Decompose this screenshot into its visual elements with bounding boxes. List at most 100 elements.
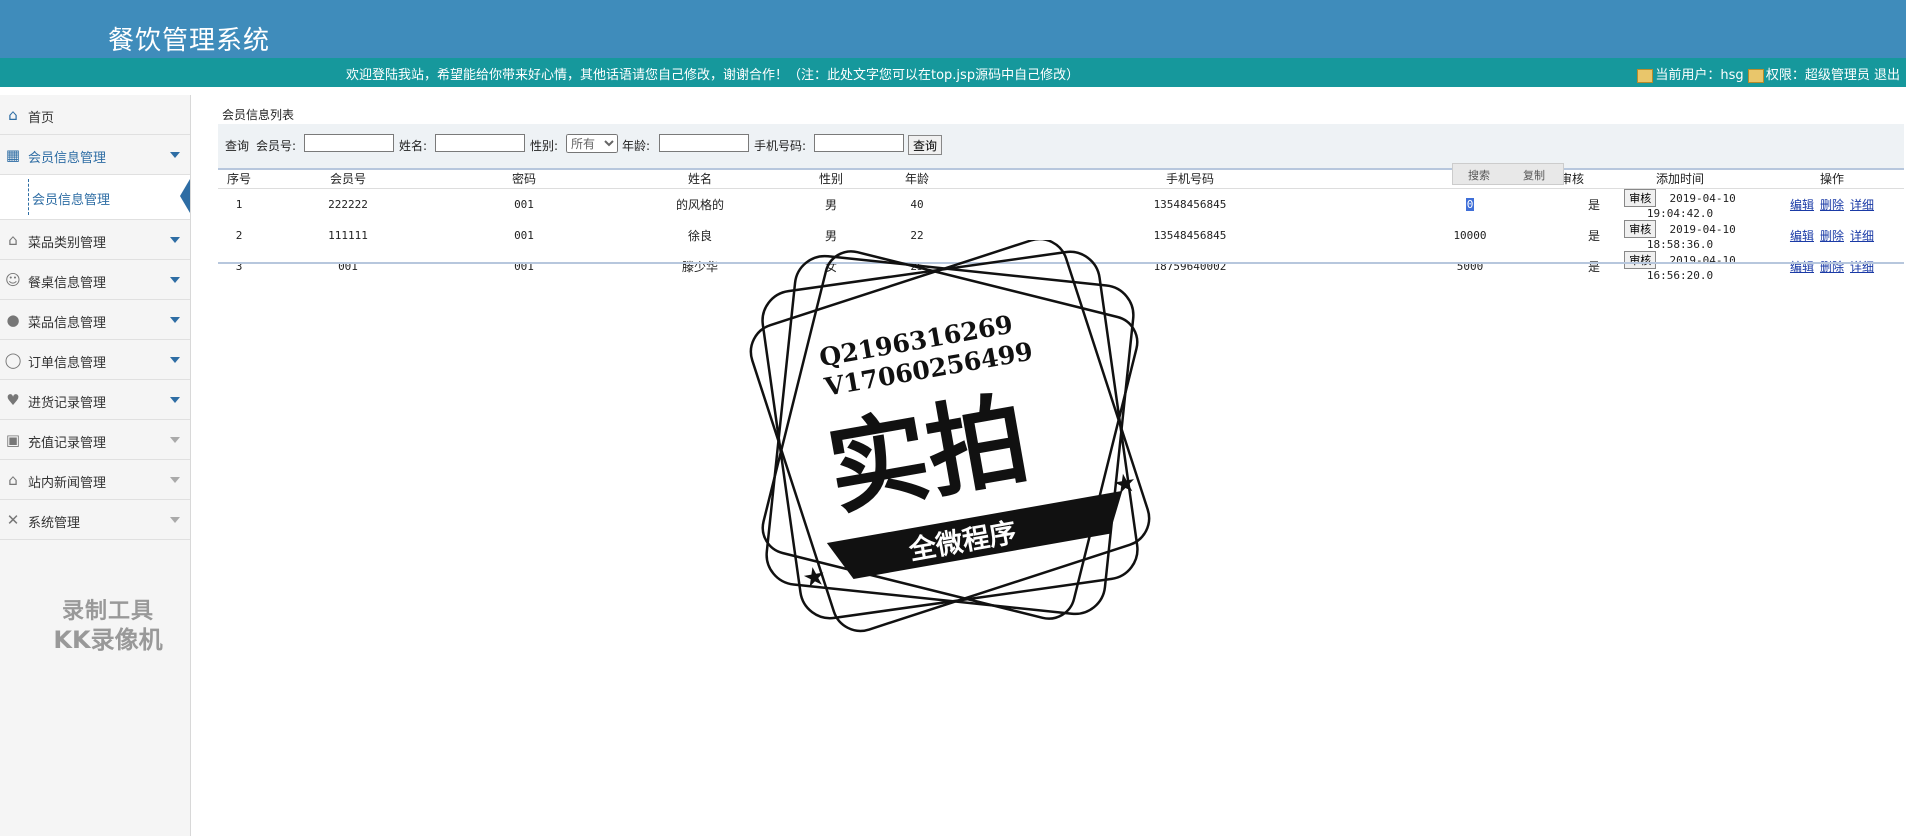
query-label: 查询 — [225, 139, 250, 153]
logout-link[interactable]: 退出 — [1874, 68, 1900, 83]
star-icon: ★ — [800, 561, 828, 595]
cell-time: 审核 2019-04-10 18:58:36.0 — [1600, 220, 1760, 251]
sidebar-subitem-label[interactable]: 会员信息管理 — [32, 189, 110, 208]
home-icon: ⌂ — [8, 471, 18, 489]
cell-idx: 1 — [235, 198, 243, 211]
sidebar-item-recharge[interactable]: ▣ 充值记录管理 — [0, 420, 190, 460]
chevron-down-icon — [170, 277, 180, 283]
sidebar-subitem-members[interactable]: 会员信息管理 — [0, 175, 190, 220]
cell-member-no: 111111 — [328, 229, 368, 242]
chevron-down-icon — [170, 317, 180, 323]
sidebar-item-tables[interactable]: ☺ 餐桌信息管理 — [0, 260, 190, 300]
sidebar-item-members[interactable]: ▦ 会员信息管理 — [0, 135, 190, 175]
sidebar-item-orders[interactable]: ◯ 订单信息管理 — [0, 340, 190, 380]
cell-idx: 3 — [235, 260, 243, 273]
cell-gender: 男 — [824, 198, 837, 212]
sidebar-item-dishes[interactable]: ● 菜品信息管理 — [0, 300, 190, 340]
audit-button[interactable]: 审核 — [1624, 189, 1657, 207]
grid-icon: ▦ — [5, 146, 21, 164]
gender-select[interactable]: 所有 — [566, 134, 618, 153]
cell-actions: 编辑 删除 详细 — [1760, 189, 1904, 221]
heart-icon: ♥ — [6, 391, 20, 409]
cell-member-no: 222222 — [328, 198, 368, 211]
home-icon: ⌂ — [8, 231, 18, 249]
search-bar: 查询 会员号: 姓名: 性别: 所有 年龄: 手机号码: 查询 — [218, 124, 1904, 170]
phone-input[interactable] — [814, 134, 904, 152]
cell-balance[interactable]: 0 — [1420, 189, 1520, 221]
add-time: 2019-04-10 19:04:42.0 — [1646, 192, 1736, 220]
selected-balance-text[interactable]: 0 — [1465, 198, 1475, 211]
context-copy[interactable]: 复制 — [1523, 167, 1545, 183]
stamp-content: Q2196316269 V17060256499 实拍 全微程序 ★ ★ — [800, 310, 1139, 595]
chevron-down-icon — [170, 397, 180, 403]
col-header: 会员号 — [260, 169, 436, 189]
tools-icon: ✕ — [6, 511, 20, 529]
gender-label: 性别: — [530, 139, 559, 153]
bag-icon: ▣ — [5, 431, 21, 449]
name-input[interactable] — [435, 134, 525, 152]
cell-phone: 13548456845 — [1153, 198, 1227, 211]
app-title: 餐饮管理系统 — [108, 26, 271, 56]
list-title: 会员信息列表 — [222, 108, 295, 122]
sidebar-item-label: 站内新闻管理 — [28, 476, 107, 491]
cell-password: 001 — [514, 198, 534, 211]
stamp-watermark: Q2196316269 V17060256499 实拍 全微程序 ★ ★ — [749, 240, 1151, 633]
delete-link[interactable]: 删除 — [1820, 229, 1844, 243]
tree-line — [28, 179, 29, 215]
chevron-down-icon — [170, 517, 180, 523]
sidebar: ⌂ 首页 ▦ 会员信息管理 会员信息管理 ⌂ 菜品类别管理 ☺ 餐桌信息管理 ●… — [0, 95, 191, 836]
sidebar-item-label: 会员信息管理 — [28, 151, 107, 166]
cell-idx: 2 — [235, 229, 243, 242]
sidebar-item-purchases[interactable]: ♥ 进货记录管理 — [0, 380, 190, 420]
member-no-input[interactable] — [304, 134, 394, 152]
sidebar-item-dish-category[interactable]: ⌂ 菜品类别管理 — [0, 220, 190, 260]
info-bar: 欢迎登陆我站，希望能给你带来好心情，其他话语请您自己修改，谢谢合作！（注：此处文… — [0, 58, 1906, 87]
role-label: 权限：超级管理员 — [1765, 68, 1870, 83]
col-header: 手机号码 — [960, 169, 1420, 189]
age-input[interactable] — [659, 134, 749, 152]
member-no-label: 会员号: — [256, 139, 297, 153]
sidebar-item-home[interactable]: ⌂ 首页 — [0, 95, 190, 135]
stamp-big-text: 实拍 — [819, 380, 1036, 530]
audit-button[interactable]: 审核 — [1624, 251, 1657, 269]
users-icon: ☺ — [5, 271, 21, 289]
add-time: 2019-04-10 18:58:36.0 — [1646, 223, 1736, 251]
sidebar-item-label: 菜品信息管理 — [28, 316, 107, 331]
audit-button[interactable]: 审核 — [1624, 220, 1657, 238]
recorder-watermark: 录制工具 KK录像机 — [28, 598, 188, 654]
col-header: 序号 — [218, 169, 260, 189]
chevron-down-icon — [170, 152, 180, 158]
chat-icon: ◯ — [4, 351, 22, 369]
cell-audited: 是 — [1520, 189, 1600, 221]
table-row: 1 222222 001 的风格的 男 40 13548456845 0 是 审… — [218, 189, 1904, 221]
user-icon: ● — [6, 311, 20, 329]
sidebar-item-system[interactable]: ✕ 系统管理 — [0, 500, 190, 540]
sidebar-item-label: 充值记录管理 — [28, 436, 107, 451]
cell-age: 40 — [910, 198, 924, 211]
sidebar-item-label: 菜品类别管理 — [28, 236, 107, 251]
chevron-down-icon — [170, 477, 180, 483]
search-button[interactable]: 查询 — [908, 135, 943, 155]
sidebar-item-news[interactable]: ⌂ 站内新闻管理 — [0, 460, 190, 500]
cell-actions: 编辑 删除 详细 — [1760, 220, 1904, 251]
cell-audited: 是 — [1520, 220, 1600, 251]
edit-link[interactable]: 编辑 — [1790, 229, 1814, 243]
recorder-watermark-line2: KK录像机 — [53, 626, 163, 654]
col-header: 性别 — [788, 169, 874, 189]
cell-audited: 是 — [1520, 251, 1600, 282]
detail-link[interactable]: 详细 — [1850, 229, 1874, 243]
context-menu: 搜索 复制 — [1452, 163, 1564, 185]
col-header: 添加时间 — [1600, 169, 1760, 189]
sidebar-item-label: 进货记录管理 — [28, 396, 107, 411]
context-search[interactable]: 搜索 — [1468, 167, 1490, 183]
delete-link[interactable]: 删除 — [1820, 198, 1844, 212]
col-header: 姓名 — [612, 169, 788, 189]
audited-status: 是 — [1587, 198, 1600, 212]
edit-link[interactable]: 编辑 — [1790, 198, 1814, 212]
cell-password: 001 — [514, 260, 534, 273]
chevron-down-icon — [170, 237, 180, 243]
detail-link[interactable]: 详细 — [1850, 198, 1874, 212]
chevron-down-icon — [170, 357, 180, 363]
cell-time: 审核 2019-04-10 19:04:42.0 — [1600, 189, 1760, 220]
cell-actions: 编辑 删除 详细 — [1760, 251, 1904, 282]
